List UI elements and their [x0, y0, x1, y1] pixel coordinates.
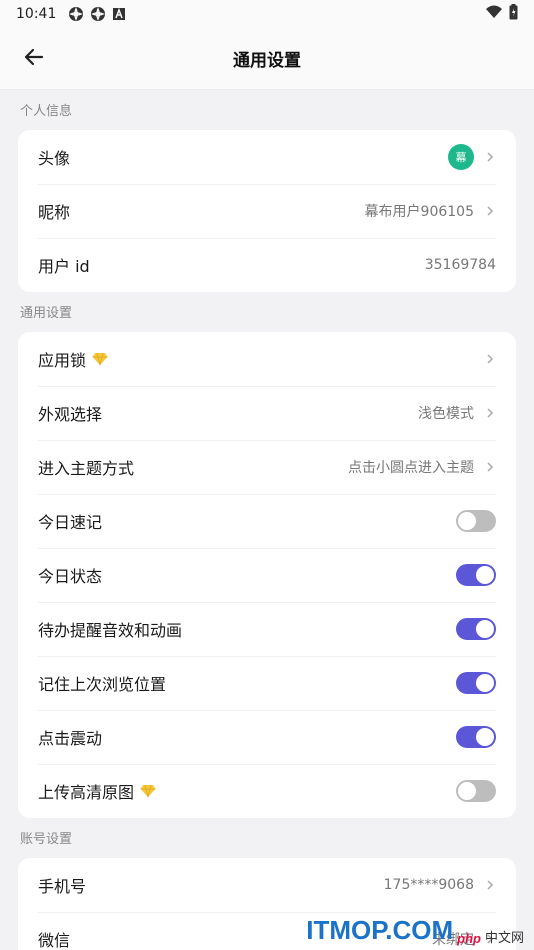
row-label: 今日速记 [38, 513, 103, 532]
page-title: 通用设置 [233, 51, 301, 71]
section-title-personal: 个人信息 [20, 104, 73, 119]
watermark: ITMOP.COM php 中文网 [306, 915, 524, 946]
todo-sound-toggle[interactable] [456, 618, 496, 640]
row-label: 待办提醒音效和动画 [38, 621, 183, 640]
row-label: 头像 [38, 149, 71, 168]
watermark-small: php [457, 931, 481, 946]
row-upload-hd: 上传高清原图 [18, 764, 516, 818]
chevron-right-icon [484, 151, 496, 163]
remember-position-toggle[interactable] [456, 672, 496, 694]
chevron-right-icon [484, 879, 496, 891]
font-notification-icon [112, 7, 126, 21]
row-value: 浅色模式 [418, 406, 474, 422]
arrow-left-icon [24, 47, 44, 71]
chevron-right-icon [484, 407, 496, 419]
row-value: 175****9068 [383, 877, 474, 893]
row-label: 外观选择 [38, 405, 103, 424]
vibration-toggle[interactable] [456, 726, 496, 748]
row-label: 今日状态 [38, 567, 103, 586]
status-bar: 10:41 [0, 0, 534, 28]
diamond-icon [92, 352, 108, 366]
app-notification-icon [68, 6, 84, 22]
row-label: 点击震动 [38, 729, 103, 748]
row-value: 幕布用户906105 [364, 204, 474, 220]
row-enter-topic-mode[interactable]: 进入主题方式 点击小圆点进入主题 [18, 440, 516, 494]
wifi-icon [485, 5, 503, 23]
row-nickname[interactable]: 昵称 幕布用户906105 [18, 184, 516, 238]
watermark-cn: 中文网 [484, 930, 524, 945]
row-appearance[interactable]: 外观选择 浅色模式 [18, 386, 516, 440]
row-label: 手机号 [38, 877, 87, 896]
avatar: 幕 [448, 144, 474, 170]
quick-note-toggle[interactable] [456, 510, 496, 532]
row-app-lock[interactable]: 应用锁 [18, 332, 516, 386]
row-label: 应用锁 [38, 351, 87, 370]
row-value: 点击小圆点进入主题 [348, 460, 474, 476]
today-status-toggle[interactable] [456, 564, 496, 586]
row-today-status: 今日状态 [18, 548, 516, 602]
watermark-main: ITMOP.COM [306, 915, 454, 945]
battery-icon [509, 4, 518, 24]
row-value: 35169784 [424, 257, 496, 273]
row-phone[interactable]: 手机号 175****9068 [18, 858, 516, 912]
row-today-quick-note: 今日速记 [18, 494, 516, 548]
row-todo-sound: 待办提醒音效和动画 [18, 602, 516, 656]
personal-info-card: 头像 幕 昵称 幕布用户906105 用户 id 35169784 [18, 130, 516, 292]
row-user-id: 用户 id 35169784 [18, 238, 516, 292]
status-time: 10:41 [16, 6, 57, 22]
row-tap-vibration: 点击震动 [18, 710, 516, 764]
row-avatar[interactable]: 头像 幕 [18, 130, 516, 184]
row-label: 进入主题方式 [38, 459, 135, 478]
chevron-right-icon [484, 205, 496, 217]
row-remember-position: 记住上次浏览位置 [18, 656, 516, 710]
section-title-account: 账号设置 [20, 832, 73, 847]
section-title-general: 通用设置 [20, 306, 73, 321]
row-label: 微信 [38, 931, 71, 950]
chevron-right-icon [484, 353, 496, 365]
general-settings-card: 应用锁 外观选择 浅色模式 进入主题方式 点击小圆点进入主题 今日速记 今日状态… [18, 332, 516, 818]
row-label: 记住上次浏览位置 [38, 675, 167, 694]
app-bar: 通用设置 [0, 28, 534, 90]
app-notification-icon [90, 6, 106, 22]
chevron-right-icon [484, 461, 496, 473]
row-label: 上传高清原图 [38, 783, 135, 802]
upload-hd-toggle[interactable] [456, 780, 496, 802]
diamond-icon [140, 784, 156, 798]
row-label: 昵称 [38, 203, 71, 222]
row-label: 用户 id [38, 257, 90, 276]
back-button[interactable] [20, 45, 48, 73]
